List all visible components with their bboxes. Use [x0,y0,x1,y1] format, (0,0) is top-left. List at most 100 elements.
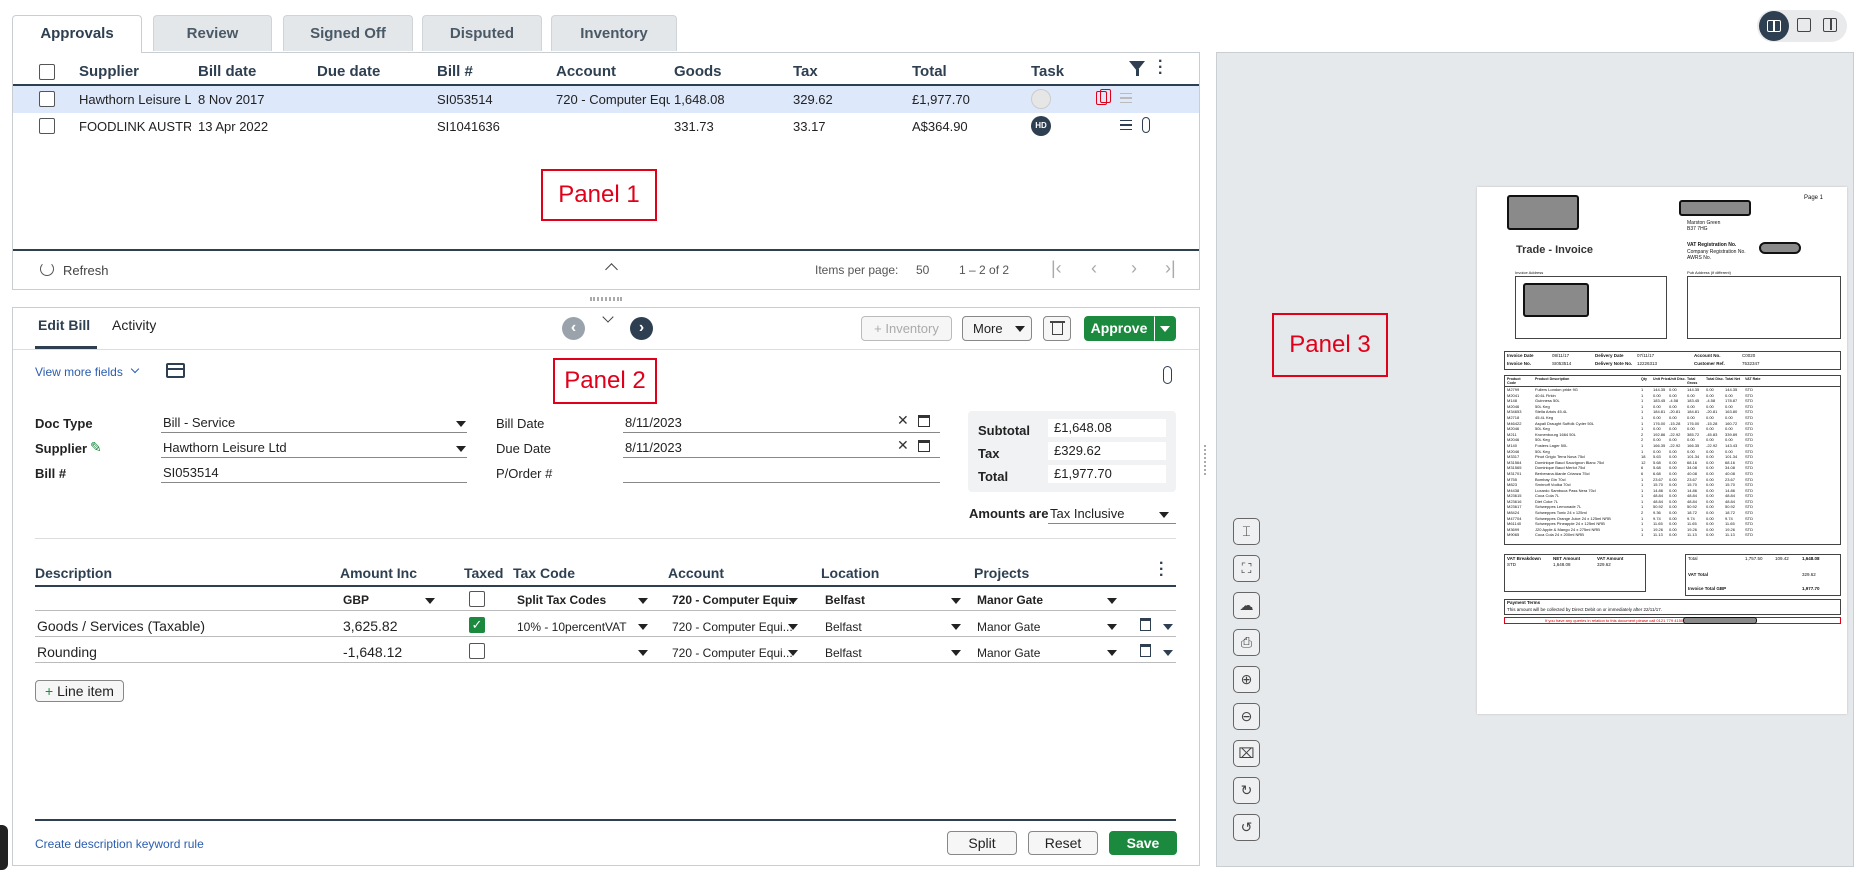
next-bill-button[interactable]: › [630,317,653,340]
currency-select[interactable]: GBP [343,593,369,607]
clear-icon[interactable]: ✕ [897,437,909,454]
bill-date-input[interactable]: 8/11/2023 [623,414,940,433]
side-view-icon[interactable] [1823,18,1837,32]
rotate-counterclockwise-icon[interactable]: ↺ [1233,814,1260,841]
location-select[interactable]: Belfast [825,593,865,607]
refresh-button[interactable]: Refresh [63,263,109,278]
line-projects[interactable]: Manor Gate [977,620,1040,634]
amounts-are-select[interactable]: Tax Inclusive [1048,505,1176,524]
line-account[interactable]: 720 - Computer Equi... [672,646,794,660]
add-line-item-button[interactable]: + Line item [35,680,124,702]
projects-select[interactable]: Manor Gate [977,593,1043,607]
row-checkbox[interactable] [39,118,55,134]
collapse-panel-icon[interactable] [605,263,618,276]
cloud-download-icon[interactable]: ☁ [1233,592,1260,619]
avatar[interactable]: HD [1031,116,1051,136]
line-account[interactable]: 720 - Computer Equi... [672,620,794,634]
tab-activity[interactable]: Activity [112,317,156,333]
calendar-icon[interactable] [918,415,930,427]
approve-dropdown-button[interactable] [1154,316,1176,341]
tab-inventory[interactable]: Inventory [551,15,677,51]
delete-line-icon[interactable] [1140,618,1151,631]
col-goods[interactable]: Goods [674,63,722,80]
col-supplier[interactable]: Supplier [79,63,139,80]
edit-pencil-icon[interactable]: ✎ [90,439,102,456]
delete-line-icon[interactable] [1140,644,1151,657]
notes-icon[interactable] [1120,93,1132,103]
line-amount[interactable]: 3,625.82 [343,618,398,634]
line-taxed-checkbox[interactable] [469,643,485,659]
inventory-button[interactable]: + Inventory [861,316,952,341]
clear-icon[interactable]: ✕ [897,412,909,429]
line-location[interactable]: Belfast [825,620,862,634]
items-per-page-value[interactable]: 50 [916,263,929,277]
unassigned-avatar-icon[interactable] [1031,89,1051,109]
split-button[interactable]: Split [947,831,1017,855]
select-text-icon[interactable]: ⌶ [1233,518,1260,545]
col-task[interactable]: Task [1031,63,1064,80]
view-more-fields-link[interactable]: View more fields [35,365,123,379]
doc-type-select[interactable]: Bill - Service [161,414,467,433]
prev-bill-button[interactable]: ‹ [562,317,585,340]
due-date-input[interactable]: 8/11/2023 [623,439,940,458]
split-view-icon[interactable] [1759,11,1789,41]
reset-button[interactable]: Reset [1028,831,1098,855]
account-select[interactable]: 720 - Computer Equi... [672,593,794,607]
line-tax-code[interactable]: 10% - 10percentVAT [517,620,627,634]
single-view-icon[interactable] [1797,18,1811,32]
delete-bill-button[interactable] [1043,316,1071,341]
line-expand-icon[interactable] [1163,650,1173,656]
refresh-icon[interactable] [40,262,54,276]
supplier-select[interactable]: Hawthorn Leisure Ltd [161,439,467,458]
tab-edit-bill[interactable]: Edit Bill [38,317,90,333]
line-description[interactable]: Goods / Services (Taxable) [37,618,205,634]
more-button[interactable]: More [962,316,1032,341]
tab-disputed[interactable]: Disputed [422,15,542,51]
select-all-checkbox[interactable] [39,64,55,80]
zoom-out-icon[interactable]: ⊖ [1233,703,1260,730]
more-options-icon[interactable]: · · · [1158,54,1163,82]
print-icon[interactable]: ⎙ [1233,629,1260,656]
tab-signed-off[interactable]: Signed Off [283,15,413,51]
prev-page-icon[interactable]: ‹ [1091,258,1097,279]
taxed-all-checkbox[interactable] [469,591,485,607]
line-taxed-checkbox[interactable]: ✓ [469,617,485,633]
line-expand-icon[interactable] [1163,624,1173,630]
attachment-icon[interactable] [1142,117,1150,133]
attachment-icon[interactable] [1163,366,1172,384]
approve-button[interactable]: Approve [1084,316,1154,341]
line-projects[interactable]: Manor Gate [977,646,1040,660]
side-handle[interactable] [0,825,8,870]
col-total[interactable]: Total [912,63,947,80]
invoice-page[interactable]: Page 1 Marston Green B37 7HG Trade - Inv… [1477,187,1847,714]
next-page-icon[interactable]: › [1131,258,1137,279]
table-row[interactable]: FOODLINK AUSTRA... 13 Apr 2022 SI1041636… [13,113,1199,140]
bill-no-input[interactable]: SI053514 [161,464,467,483]
line-location[interactable]: Belfast [825,646,862,660]
calendar-icon[interactable] [918,440,930,452]
col-tax[interactable]: Tax [793,63,818,80]
notes-icon[interactable] [1120,120,1132,130]
save-button[interactable]: Save [1109,831,1177,855]
card-icon[interactable] [166,363,185,378]
more-options-icon[interactable]: · · · [1159,556,1164,584]
create-keyword-rule-link[interactable]: Create description keyword rule [35,837,204,851]
col-bill-no[interactable]: Bill # [437,63,473,80]
row-checkbox[interactable] [39,91,55,107]
tab-approvals[interactable]: Approvals [12,15,142,53]
rotate-clockwise-icon[interactable]: ↻ [1233,777,1260,804]
resize-handle[interactable] [590,297,622,301]
splitter-grip[interactable] [1204,445,1208,475]
col-account[interactable]: Account [556,63,616,80]
fit-page-icon[interactable]: ⛶ [1233,555,1260,582]
last-page-icon[interactable]: ›| [1165,258,1176,279]
tax-code-select[interactable]: Split Tax Codes [517,593,606,607]
col-bill-date[interactable]: Bill date [198,63,256,80]
scan-text-icon[interactable]: ⌧ [1233,740,1260,767]
first-page-icon[interactable]: |‹ [1051,258,1062,279]
porder-input[interactable] [623,464,940,483]
expand-chevron-icon[interactable] [602,311,614,323]
col-due-date[interactable]: Due date [317,63,380,80]
line-description[interactable]: Rounding [37,644,97,660]
table-row[interactable]: Hawthorn Leisure L... 8 Nov 2017 SI05351… [13,86,1199,113]
